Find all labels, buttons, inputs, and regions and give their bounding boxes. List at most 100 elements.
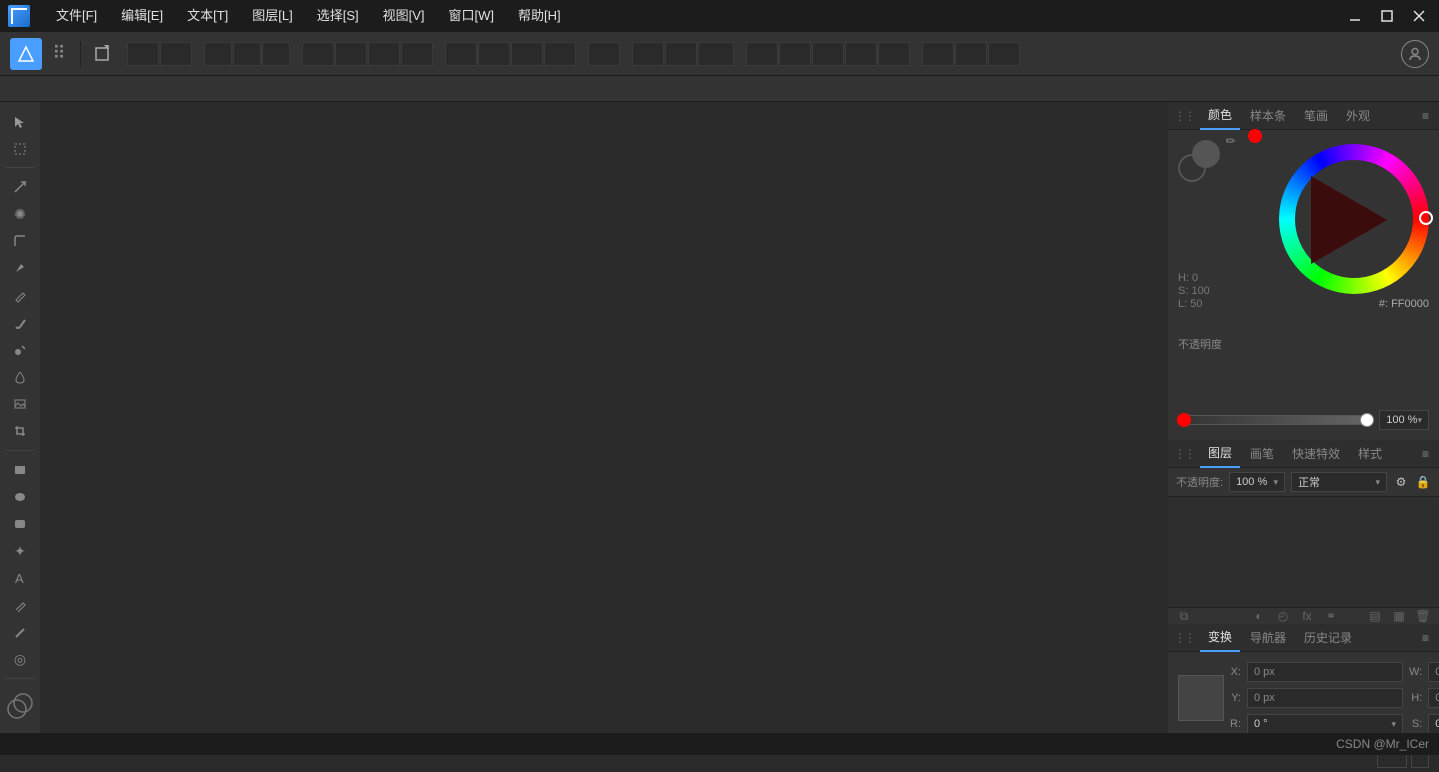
brush-tool[interactable]	[6, 311, 34, 334]
pencil-tool[interactable]	[6, 284, 34, 307]
tab-stroke[interactable]: 笔画	[1296, 103, 1336, 129]
tb-button[interactable]	[632, 42, 664, 66]
tb-button[interactable]	[335, 42, 367, 66]
crop-tool[interactable]	[6, 420, 34, 443]
layer-opacity-field[interactable]: 100 %▾	[1229, 472, 1285, 492]
fill-stroke-selector[interactable]	[1178, 140, 1220, 182]
tb-button[interactable]	[955, 42, 987, 66]
corner-tool[interactable]	[6, 230, 34, 253]
tb-button[interactable]	[368, 42, 400, 66]
fill-swatch[interactable]	[1192, 140, 1220, 168]
pixel-persona-icon[interactable]: ⠿	[46, 41, 72, 67]
ellipse-tool[interactable]	[6, 485, 34, 508]
move-tool[interactable]	[6, 110, 34, 133]
canvas-area[interactable]	[40, 102, 1168, 733]
menu-text[interactable]: 文本[T]	[175, 0, 240, 32]
panel-menu-icon[interactable]: ≡	[1418, 447, 1433, 461]
color-triangle[interactable]	[1311, 176, 1387, 264]
s-field[interactable]: 0 °▾	[1428, 714, 1439, 734]
view-tool[interactable]	[6, 621, 34, 644]
minimize-button[interactable]	[1339, 0, 1371, 32]
text-tool[interactable]: A	[6, 567, 34, 590]
node-tool[interactable]	[6, 175, 34, 198]
tab-history[interactable]: 历史记录	[1296, 625, 1360, 651]
panel-menu-icon[interactable]: ≡	[1418, 631, 1433, 645]
layers-list[interactable]	[1168, 497, 1439, 607]
tb-button[interactable]	[127, 42, 159, 66]
menu-help[interactable]: 帮助[H]	[506, 0, 573, 32]
tab-color[interactable]: 颜色	[1200, 102, 1240, 130]
persona-designer-icon[interactable]	[10, 38, 42, 70]
tb-button[interactable]	[233, 42, 261, 66]
export-persona-icon[interactable]	[89, 41, 115, 67]
tb-button[interactable]	[204, 42, 232, 66]
eyedropper-icon[interactable]: ✎	[1223, 132, 1240, 149]
add-layer-icon[interactable]: ▦	[1391, 608, 1407, 624]
hue-marker[interactable]	[1419, 211, 1433, 225]
tb-dropdown[interactable]	[698, 42, 734, 66]
tb-button[interactable]	[544, 42, 576, 66]
rectangle-tool[interactable]	[6, 458, 34, 481]
tab-styles[interactable]: 样式	[1350, 441, 1390, 467]
anchor-selector[interactable]	[1178, 675, 1224, 721]
colour-picker-tool[interactable]	[6, 594, 34, 617]
y-field[interactable]	[1247, 688, 1403, 708]
panel-menu-icon[interactable]: ≡	[1418, 109, 1433, 123]
grip-icon[interactable]: ⋮⋮	[1174, 631, 1194, 645]
tb-button[interactable]	[588, 42, 620, 66]
x-field[interactable]	[1247, 662, 1403, 682]
tb-button[interactable]	[779, 42, 811, 66]
menu-view[interactable]: 视图[V]	[371, 0, 437, 32]
tb-button[interactable]	[878, 42, 910, 66]
h-field[interactable]	[1428, 688, 1439, 708]
place-image-tool[interactable]	[6, 393, 34, 416]
r-field[interactable]: 0 °▾	[1247, 714, 1403, 734]
tb-button[interactable]	[302, 42, 334, 66]
shapes-tool[interactable]: ✦	[6, 540, 34, 563]
tb-button[interactable]	[478, 42, 510, 66]
tb-button[interactable]	[401, 42, 433, 66]
menu-layer[interactable]: 图层[L]	[240, 0, 304, 32]
menu-file[interactable]: 文件[F]	[44, 0, 109, 32]
w-field[interactable]	[1428, 662, 1439, 682]
tab-navigator[interactable]: 导航器	[1242, 625, 1294, 651]
grip-icon[interactable]: ⋮⋮	[1174, 447, 1194, 461]
tb-button[interactable]	[845, 42, 877, 66]
blend-mode-field[interactable]: 正常▾	[1291, 472, 1387, 492]
menu-window[interactable]: 窗口[W]	[437, 0, 507, 32]
tb-button[interactable]	[262, 42, 290, 66]
tb-button[interactable]	[812, 42, 844, 66]
tab-appearance[interactable]: 外观	[1338, 103, 1378, 129]
delete-icon[interactable]: 🗑	[1415, 608, 1431, 624]
link-icon[interactable]: ⚭	[1323, 608, 1339, 624]
opacity-field[interactable]: 100 %▾	[1379, 410, 1429, 430]
transparency-tool[interactable]	[6, 366, 34, 389]
close-button[interactable]	[1403, 0, 1435, 32]
tab-transform[interactable]: 变换	[1200, 624, 1240, 652]
artboard-tool[interactable]	[6, 137, 34, 160]
tb-button[interactable]	[988, 42, 1020, 66]
tb-button[interactable]	[511, 42, 543, 66]
tb-button[interactable]	[160, 42, 192, 66]
pen-tool[interactable]	[6, 257, 34, 280]
grip-icon[interactable]: ⋮⋮	[1174, 109, 1194, 123]
menu-select[interactable]: 选择[S]	[305, 0, 371, 32]
tb-button[interactable]	[746, 42, 778, 66]
fill-tool[interactable]	[6, 338, 34, 361]
lock-icon[interactable]: 🔒	[1415, 474, 1431, 490]
tb-button[interactable]	[665, 42, 697, 66]
duplicate-icon[interactable]: ⧉	[1176, 608, 1192, 624]
menu-edit[interactable]: 编辑[E]	[109, 0, 175, 32]
tab-effects[interactable]: 快速特效	[1284, 441, 1348, 467]
add-sublayer-icon[interactable]: ▤	[1367, 608, 1383, 624]
adjustment-icon[interactable]: ◴	[1275, 608, 1291, 624]
tb-button[interactable]	[445, 42, 477, 66]
fill-stroke-swatch[interactable]	[6, 686, 34, 725]
rounded-rect-tool[interactable]	[6, 512, 34, 535]
fx-icon[interactable]: fx	[1299, 608, 1315, 624]
mask-icon[interactable]: ◐	[1251, 608, 1267, 624]
maximize-button[interactable]	[1371, 0, 1403, 32]
tb-button[interactable]	[922, 42, 954, 66]
account-icon[interactable]	[1401, 40, 1429, 68]
opacity-slider[interactable]	[1178, 415, 1373, 425]
